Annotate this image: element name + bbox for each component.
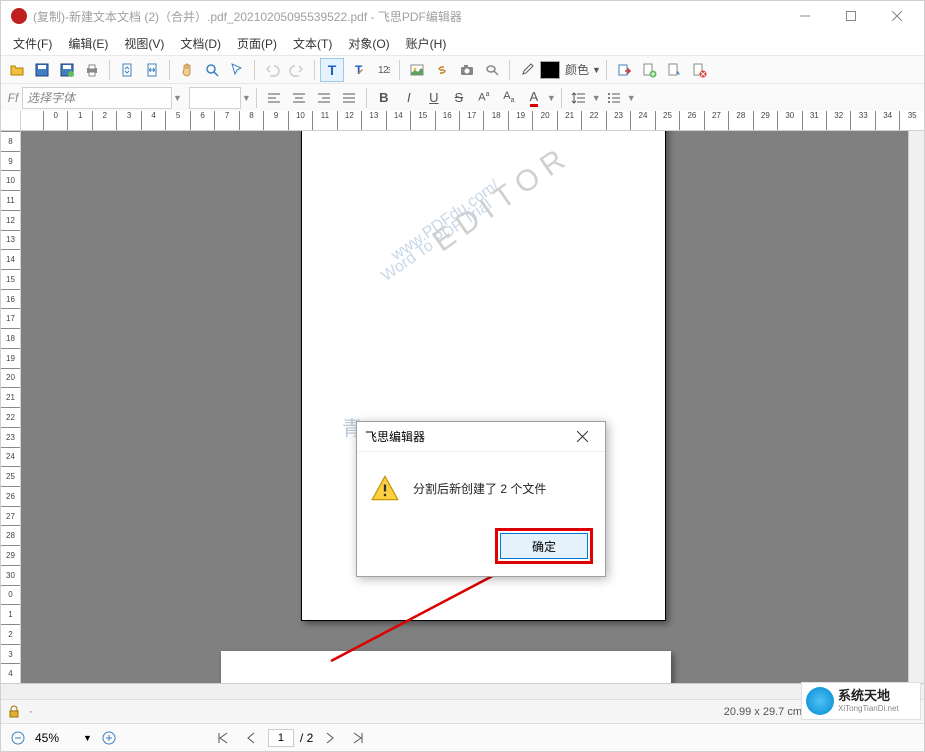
link-tool-button[interactable] bbox=[430, 58, 454, 82]
menu-account[interactable]: 账户(H) bbox=[398, 32, 455, 55]
zoom-tool-button[interactable] bbox=[200, 58, 224, 82]
undo-button[interactable] bbox=[260, 58, 284, 82]
print-button[interactable] bbox=[80, 58, 104, 82]
message-dialog: 飞思编辑器 分割后新创建了 2 个文件 确定 bbox=[356, 421, 606, 577]
underline-button[interactable]: U bbox=[422, 86, 446, 110]
statusbar: · 20.99 x 29.7 cm 预览 bbox=[1, 699, 924, 723]
superscript-button[interactable]: Aa bbox=[472, 86, 496, 110]
svg-text:T: T bbox=[328, 62, 337, 78]
brand-watermark: 系统天地 XiTongTianDi.net bbox=[801, 682, 921, 720]
menu-file[interactable]: 文件(F) bbox=[5, 32, 60, 55]
brand-url: XiTongTianDi.net bbox=[838, 704, 899, 714]
watermark-big: T O R bbox=[522, 680, 639, 683]
hand-tool-button[interactable] bbox=[175, 58, 199, 82]
save-button[interactable] bbox=[30, 58, 54, 82]
text-edit-button[interactable]: T bbox=[345, 58, 369, 82]
first-page-button[interactable] bbox=[212, 727, 234, 749]
ruler-horizontal: 0123456789101112131415161718192021222324… bbox=[21, 111, 924, 131]
align-center-button[interactable] bbox=[287, 86, 311, 110]
saveas-button[interactable] bbox=[55, 58, 79, 82]
line-spacing-button[interactable] bbox=[567, 86, 591, 110]
last-page-button[interactable] bbox=[347, 727, 369, 749]
color-label: 颜色 bbox=[565, 61, 589, 78]
snapshot-button[interactable] bbox=[455, 58, 479, 82]
menu-view[interactable]: 视图(V) bbox=[116, 32, 172, 55]
toolbar-main: T T 123 颜色 ▼ bbox=[1, 55, 924, 83]
window-title: (复制)-新建文本文档 (2)（合并）.pdf_2021020509553952… bbox=[33, 8, 782, 25]
list-button[interactable] bbox=[602, 86, 626, 110]
select-tool-button[interactable] bbox=[225, 58, 249, 82]
toolbar-format: Ff 选择字体 ▼ ▼ B I U S Aa Aa A ▼ ▼ ▼ bbox=[1, 83, 924, 111]
dialog-message: 分割后新创建了 2 个文件 bbox=[413, 480, 546, 497]
ok-button-highlight: 确定 bbox=[495, 528, 593, 564]
page-number-input[interactable] bbox=[268, 729, 294, 747]
color-swatch[interactable] bbox=[540, 61, 560, 79]
vertical-scrollbar[interactable] bbox=[908, 131, 924, 683]
zoom-level: 45% bbox=[35, 731, 77, 745]
watermark-big: EDITOR bbox=[427, 139, 578, 259]
ok-button[interactable]: 确定 bbox=[500, 533, 588, 559]
navbar: 45% ▼ / 2 bbox=[1, 723, 924, 751]
zoom-out-button[interactable] bbox=[7, 727, 29, 749]
menu-edit[interactable]: 编辑(E) bbox=[60, 32, 116, 55]
menu-document[interactable]: 文档(D) bbox=[172, 32, 229, 55]
ruler-vertical: 8910111213141516171819202122232425262728… bbox=[1, 131, 21, 683]
minimize-button[interactable] bbox=[782, 1, 828, 31]
search-button[interactable] bbox=[480, 58, 504, 82]
fit-page-button[interactable] bbox=[115, 58, 139, 82]
bold-button[interactable]: B bbox=[372, 86, 396, 110]
lock-icon bbox=[7, 705, 21, 719]
font-family-select[interactable]: 选择字体 bbox=[22, 87, 172, 109]
dialog-close-button[interactable] bbox=[567, 424, 597, 450]
menu-text[interactable]: 文本(T) bbox=[285, 32, 340, 55]
align-justify-button[interactable] bbox=[337, 86, 361, 110]
page-total: / 2 bbox=[300, 731, 313, 745]
add-page-button[interactable] bbox=[637, 58, 661, 82]
redo-button[interactable] bbox=[285, 58, 309, 82]
maximize-button[interactable] bbox=[828, 1, 874, 31]
close-button[interactable] bbox=[874, 1, 920, 31]
dialog-title: 飞思编辑器 bbox=[365, 428, 425, 445]
fit-width-button[interactable] bbox=[140, 58, 164, 82]
delete-page-button[interactable] bbox=[687, 58, 711, 82]
menu-object[interactable]: 对象(O) bbox=[340, 32, 397, 55]
align-right-button[interactable] bbox=[312, 86, 336, 110]
menubar: 文件(F) 编辑(E) 视图(V) 文档(D) 页面(P) 文本(T) 对象(O… bbox=[1, 31, 924, 55]
eyedropper-button[interactable] bbox=[515, 58, 539, 82]
page-dimensions: 20.99 x 29.7 cm bbox=[724, 706, 802, 718]
font-size-select[interactable] bbox=[189, 87, 241, 109]
menu-page[interactable]: 页面(P) bbox=[229, 32, 285, 55]
image-tool-button[interactable] bbox=[405, 58, 429, 82]
text-spacing-button[interactable]: 123 bbox=[370, 58, 394, 82]
strikethrough-button[interactable]: S bbox=[447, 86, 471, 110]
font-color-button[interactable]: A bbox=[522, 86, 546, 110]
zoom-in-button[interactable] bbox=[98, 727, 120, 749]
font-family-icon: Ff bbox=[5, 91, 21, 105]
subscript-button[interactable]: Aa bbox=[497, 86, 521, 110]
horizontal-scrollbar[interactable] bbox=[21, 684, 924, 699]
brand-name: 系统天地 bbox=[838, 688, 899, 704]
extract-page-button[interactable] bbox=[662, 58, 686, 82]
next-page-button[interactable] bbox=[319, 727, 341, 749]
italic-button[interactable]: I bbox=[397, 86, 421, 110]
align-left-button[interactable] bbox=[262, 86, 286, 110]
app-icon bbox=[11, 8, 27, 24]
prev-page-button[interactable] bbox=[240, 727, 262, 749]
warning-icon bbox=[371, 474, 399, 502]
svg-text:3: 3 bbox=[387, 66, 390, 75]
document-canvas[interactable]: www.PDFdu.com/ Word To PDF Trial EDITOR … bbox=[21, 131, 908, 683]
titlebar: (复制)-新建文本文档 (2)（合并）.pdf_2021020509553952… bbox=[1, 1, 924, 31]
text-tool-button[interactable]: T bbox=[320, 58, 344, 82]
pdf-page-2: www.PDFdu.com/ Word To PDF Trial T O R bbox=[221, 651, 671, 683]
open-button[interactable] bbox=[5, 58, 29, 82]
brand-logo-icon bbox=[806, 687, 834, 715]
export-button[interactable] bbox=[612, 58, 636, 82]
